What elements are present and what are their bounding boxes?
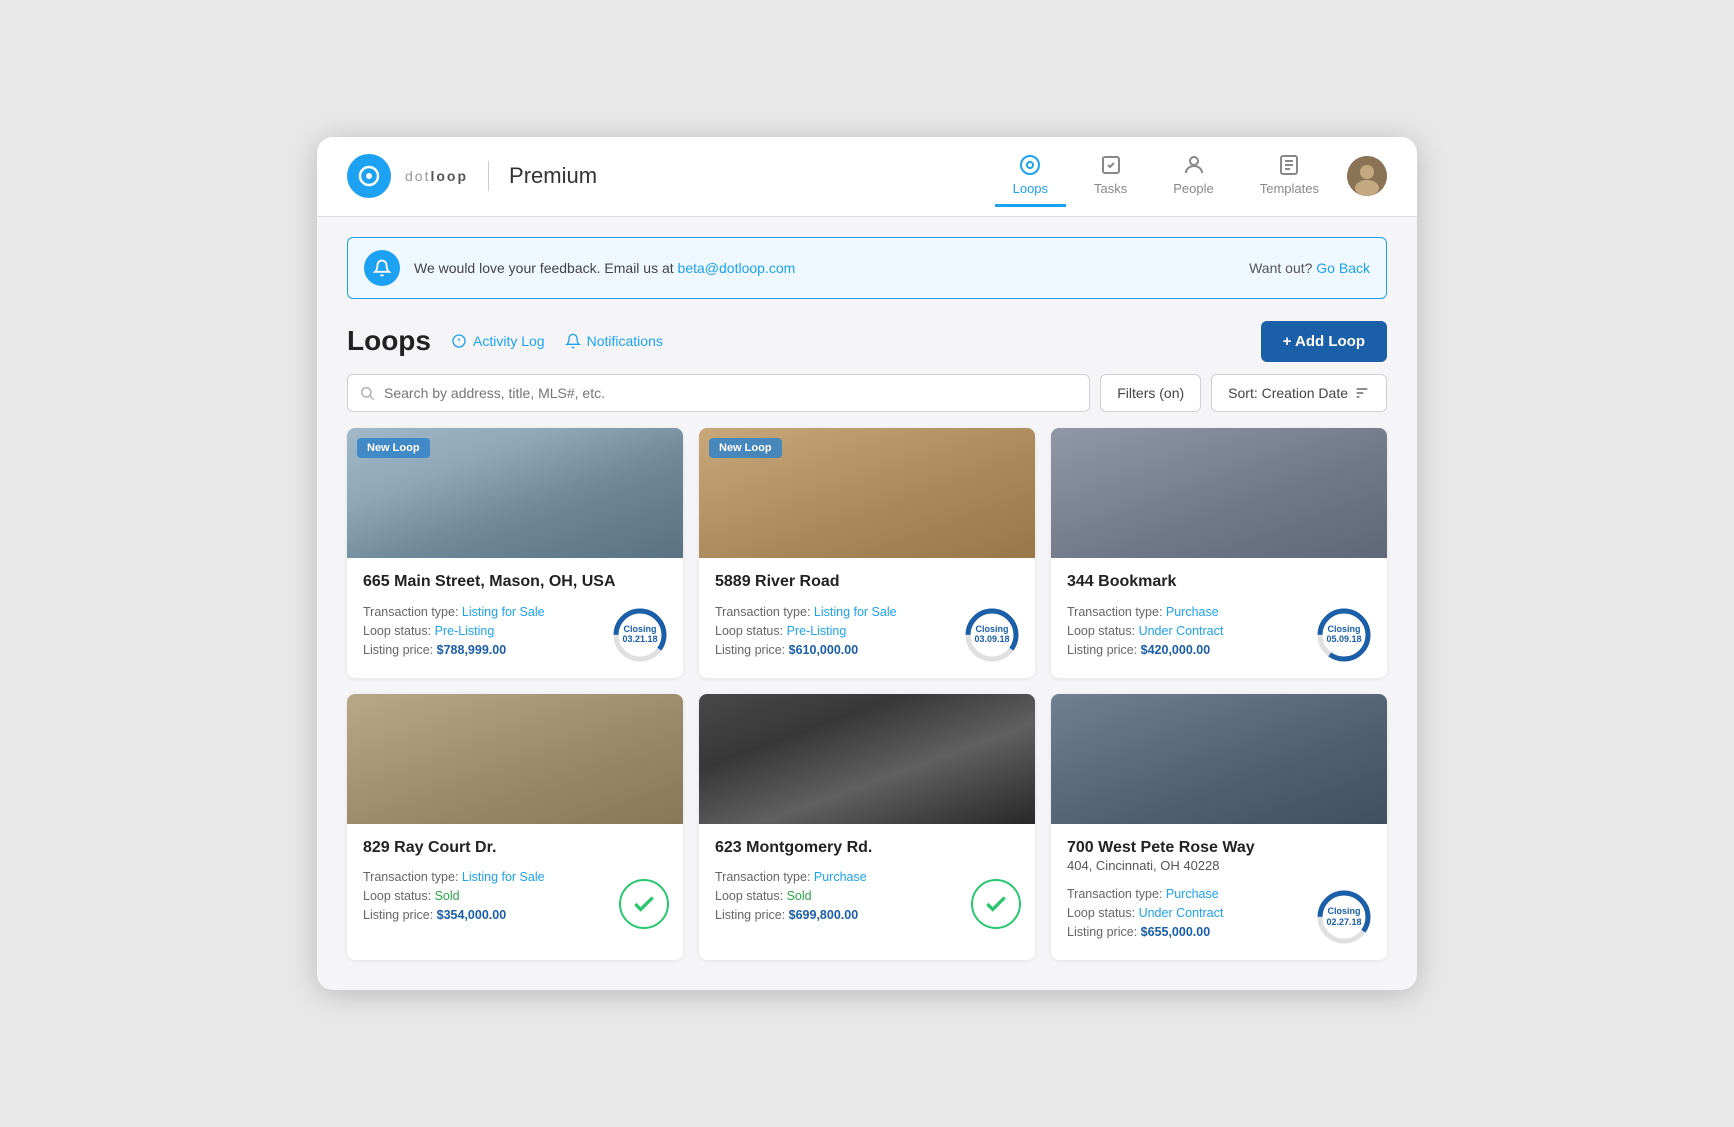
user-avatar[interactable] (1347, 156, 1387, 196)
card-image (1051, 428, 1387, 558)
nav-people-label: People (1173, 181, 1213, 196)
add-loop-button[interactable]: + Add Loop (1261, 321, 1387, 362)
bell-icon (364, 250, 400, 286)
card-body: 5889 River Road Transaction type: Listin… (699, 558, 1035, 678)
closing-text: Closing03.21.18 (622, 624, 657, 646)
sort-icon (1354, 385, 1370, 401)
brand-name: Premium (509, 163, 597, 189)
closing-circle: Closing05.09.18 (1315, 606, 1373, 664)
loop-card[interactable]: 829 Ray Court Dr. Transaction type: List… (347, 694, 683, 961)
loop-card[interactable]: New Loop 5889 River Road Transaction typ… (699, 428, 1035, 678)
card-body: 623 Montgomery Rd. Transaction type: Pur… (699, 824, 1035, 944)
page-header-left: Loops Activity Log Notifications (347, 325, 663, 357)
loop-card[interactable]: New Loop 665 Main Street, Mason, OH, USA… (347, 428, 683, 678)
card-body: 344 Bookmark Transaction type: Purchase … (1051, 558, 1387, 678)
activity-log-link[interactable]: Activity Log (451, 333, 545, 349)
card-image (347, 694, 683, 824)
filters-button[interactable]: Filters (on) (1100, 374, 1201, 412)
nav-loops[interactable]: Loops (995, 145, 1066, 207)
new-loop-badge: New Loop (357, 438, 430, 458)
header-divider (488, 161, 489, 191)
notifications-link[interactable]: Notifications (565, 333, 663, 349)
nav-loops-label: Loops (1013, 181, 1048, 196)
nav-tasks[interactable]: Tasks (1076, 145, 1145, 207)
closing-text: Closing02.27.18 (1326, 906, 1361, 928)
search-wrap (347, 374, 1090, 412)
closing-circle: Closing03.21.18 (611, 606, 669, 664)
card-image: New Loop (347, 428, 683, 558)
card-address: 829 Ray Court Dr. (363, 838, 667, 859)
card-address: 344 Bookmark (1067, 572, 1371, 593)
card-image (699, 694, 1035, 824)
card-address: 700 West Pete Rose Way404, Cincinnati, O… (1067, 838, 1371, 876)
header-left: dotloop Premium (347, 154, 597, 198)
sort-label: Sort: Creation Date (1228, 385, 1348, 401)
cards-grid: New Loop 665 Main Street, Mason, OH, USA… (317, 428, 1417, 990)
nav-people[interactable]: People (1155, 145, 1231, 207)
new-loop-badge: New Loop (709, 438, 782, 458)
search-row: Filters (on) Sort: Creation Date (317, 374, 1417, 428)
page-title: Loops (347, 325, 431, 357)
closing-text: Closing03.09.18 (974, 624, 1009, 646)
card-address: 5889 River Road (715, 572, 1019, 593)
closing-text: Closing05.09.18 (1326, 624, 1361, 646)
nav-templates-label: Templates (1260, 181, 1319, 196)
nav-tasks-label: Tasks (1094, 181, 1127, 196)
sold-check (971, 879, 1021, 929)
loop-card[interactable]: 344 Bookmark Transaction type: Purchase … (1051, 428, 1387, 678)
sort-button[interactable]: Sort: Creation Date (1211, 374, 1387, 412)
card-address: 665 Main Street, Mason, OH, USA (363, 572, 667, 593)
transaction-type: Transaction type: Purchase (715, 870, 1019, 884)
sold-check (619, 879, 669, 929)
card-body: 665 Main Street, Mason, OH, USA Transact… (347, 558, 683, 678)
loop-card[interactable]: 623 Montgomery Rd. Transaction type: Pur… (699, 694, 1035, 961)
header-nav: Loops Tasks People (995, 145, 1387, 207)
beta-email-link[interactable]: beta@dotloop.com (678, 260, 796, 276)
logo-icon (347, 154, 391, 198)
search-icon (359, 385, 375, 401)
activity-log-label: Activity Log (473, 333, 545, 349)
card-address: 623 Montgomery Rd. (715, 838, 1019, 859)
card-body: 700 West Pete Rose Way404, Cincinnati, O… (1051, 824, 1387, 961)
nav-templates[interactable]: Templates (1242, 145, 1337, 207)
card-image: New Loop (699, 428, 1035, 558)
banner-text: We would love your feedback. Email us at… (414, 260, 1235, 276)
card-body: 829 Ray Court Dr. Transaction type: List… (347, 824, 683, 944)
closing-circle: Closing03.09.18 (963, 606, 1021, 664)
card-image (1051, 694, 1387, 824)
feedback-banner: We would love your feedback. Email us at… (347, 237, 1387, 299)
banner-right: Want out? Go Back (1249, 260, 1370, 276)
search-input[interactable] (347, 374, 1090, 412)
go-back-link[interactable]: Go Back (1316, 260, 1370, 276)
notifications-label: Notifications (587, 333, 663, 349)
logo-text: dotloop (405, 168, 468, 184)
header: dotloop Premium Loops Tasks (317, 137, 1417, 217)
page-header: Loops Activity Log Notifications + Add L… (317, 299, 1417, 374)
app-container: dotloop Premium Loops Tasks (317, 137, 1417, 990)
transaction-type: Transaction type: Listing for Sale (363, 870, 667, 884)
closing-circle: Closing02.27.18 (1315, 888, 1373, 946)
loop-card[interactable]: 700 West Pete Rose Way404, Cincinnati, O… (1051, 694, 1387, 961)
